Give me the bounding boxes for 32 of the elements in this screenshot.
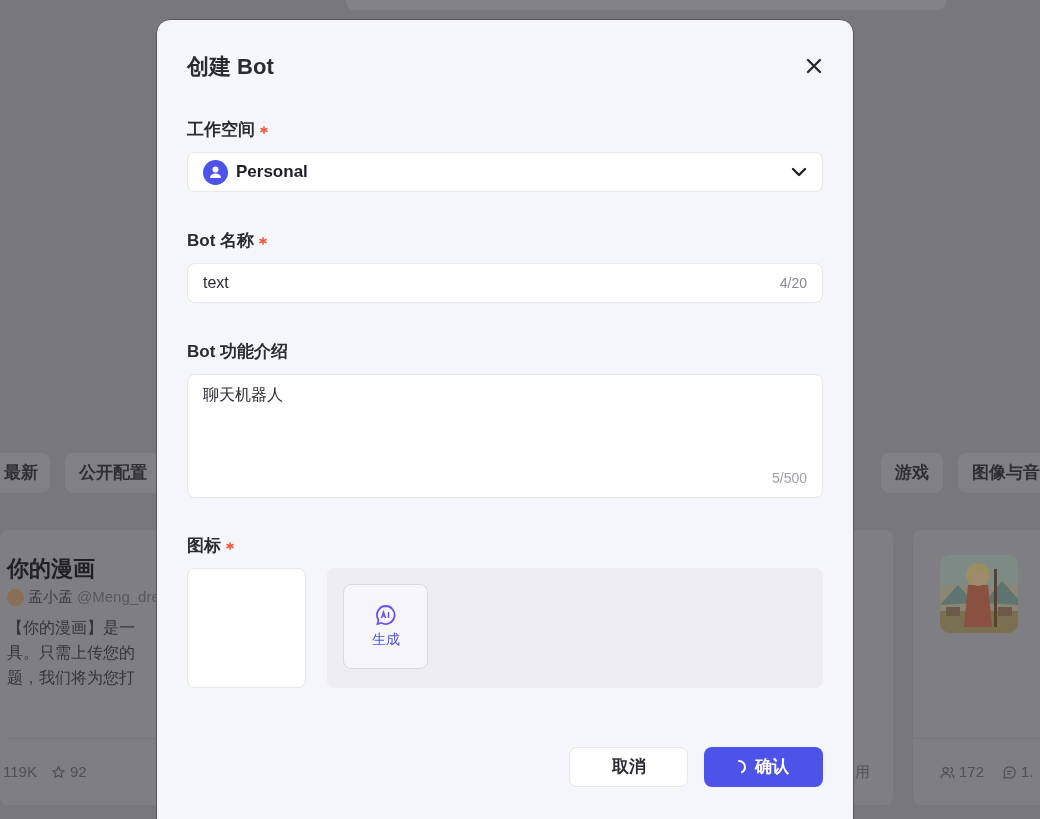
cancel-button[interactable]: 取消 — [569, 747, 688, 787]
input-value: text — [203, 273, 230, 293]
category-tab[interactable]: 图像与音 — [958, 453, 1040, 493]
category-tab[interactable]: 最新 — [0, 453, 50, 493]
description-line: 具。只需上传您的 — [7, 642, 135, 663]
dialog-title: 创建 Bot — [187, 52, 274, 81]
close-icon — [806, 58, 822, 74]
avatar-icon — [7, 588, 24, 606]
field-label: Bot 名称 — [187, 230, 255, 253]
confirm-button[interactable]: 确认 — [704, 747, 823, 787]
field-label: 工作空间 — [187, 119, 255, 142]
generate-button[interactable]: 生成 — [343, 584, 428, 669]
field-label: Bot 功能介绍 — [187, 341, 289, 364]
chat-icon — [1002, 764, 1018, 780]
people-icon — [940, 764, 955, 780]
category-tab[interactable]: 游戏 — [881, 453, 943, 493]
char-counter: 4/20 — [779, 273, 807, 293]
description-line: 题，我们将为您打 — [7, 667, 135, 688]
ai-chat-icon — [374, 603, 397, 626]
workspace-select[interactable]: Personal — [187, 152, 823, 192]
select-value: Personal — [236, 161, 309, 184]
chevron-down-icon — [791, 167, 807, 177]
input-field[interactable]: text 4/20 — [187, 263, 823, 303]
char-counter: 5/500 — [771, 469, 807, 488]
description-line: 【你的漫画】是一 — [7, 617, 135, 638]
text-area[interactable]: 聊天机器人 5/500 — [187, 374, 823, 498]
star-icon — [50, 764, 66, 780]
card-title: 你的漫画 — [7, 555, 95, 583]
textarea-value: 聊天机器人 — [203, 385, 283, 405]
author-name: 孟小孟 — [28, 587, 73, 607]
field-label: 图标 — [187, 535, 221, 558]
user-icon — [203, 159, 228, 185]
